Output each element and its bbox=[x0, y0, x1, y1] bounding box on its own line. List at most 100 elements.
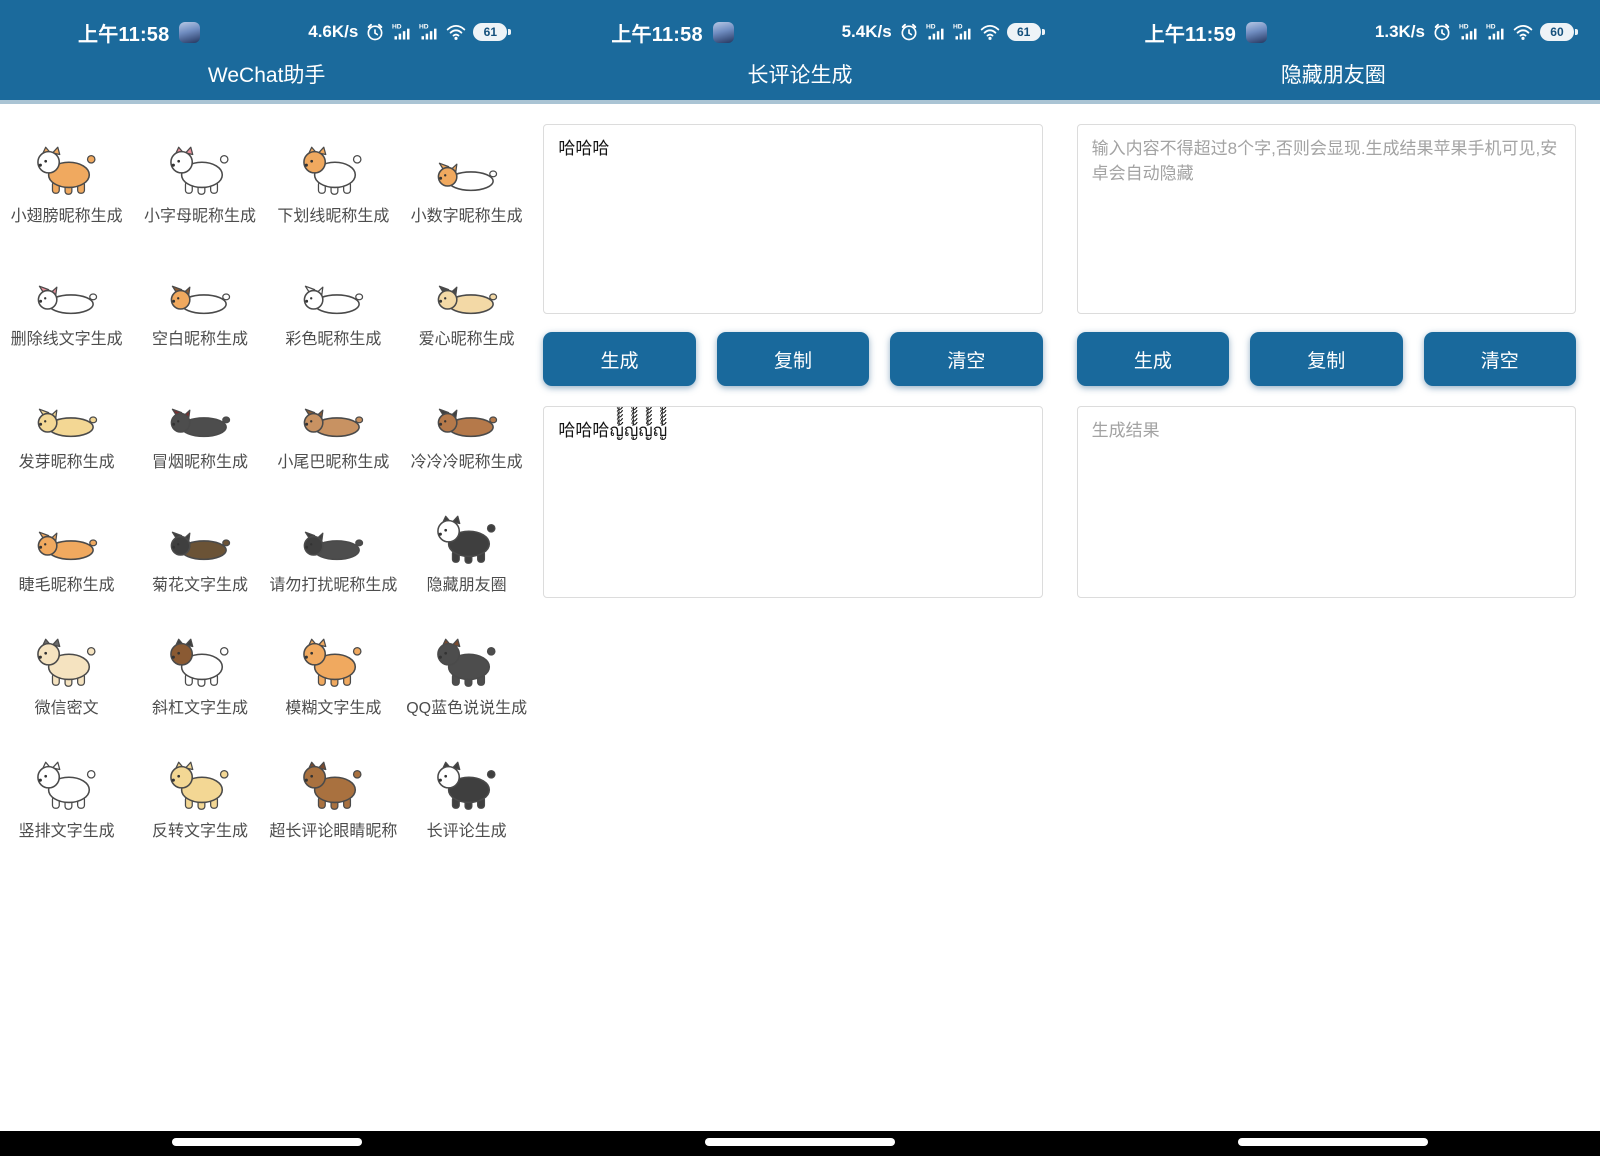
dog-icon bbox=[302, 382, 364, 444]
page-title: 隐藏朋友圈 bbox=[1067, 52, 1600, 96]
feature-item-label: 彩色昵称生成 bbox=[285, 325, 381, 349]
battery-indicator: 61 bbox=[1007, 23, 1041, 41]
feature-item[interactable]: 爱心昵称生成 bbox=[400, 253, 533, 376]
feature-item[interactable]: QQ蓝色说说生成 bbox=[400, 622, 533, 745]
battery-indicator: 61 bbox=[473, 23, 507, 41]
hd-signal-icon bbox=[1459, 22, 1479, 42]
dog-icon bbox=[169, 136, 231, 198]
feature-item-label: 冒烟昵称生成 bbox=[152, 448, 248, 472]
feature-item-label: 发芽昵称生成 bbox=[19, 448, 115, 472]
status-bar: 上午11:59 1.3K/s 60 bbox=[1067, 0, 1600, 52]
feature-item[interactable]: 下划线昵称生成 bbox=[267, 130, 400, 253]
dog-icon bbox=[36, 628, 98, 690]
dog-icon bbox=[169, 628, 231, 690]
notification-app-icon bbox=[713, 22, 734, 43]
feature-item-label: 请勿打扰昵称生成 bbox=[269, 571, 397, 595]
feature-item-label: 删除线文字生成 bbox=[11, 325, 123, 349]
gesture-pill[interactable] bbox=[172, 1138, 362, 1146]
copy-button[interactable]: 复制 bbox=[1250, 332, 1402, 386]
feature-item-label: 隐藏朋友圈 bbox=[427, 571, 507, 595]
dog-icon bbox=[436, 628, 498, 690]
result-output[interactable] bbox=[1077, 406, 1576, 598]
feature-item[interactable]: 彩色昵称生成 bbox=[267, 253, 400, 376]
dog-icon bbox=[36, 382, 98, 444]
app-header: 上午11:58 5.4K/s 61 长评论生成 bbox=[533, 0, 1066, 104]
feature-item[interactable]: 斜杠文字生成 bbox=[133, 622, 266, 745]
feature-item[interactable]: 长评论生成 bbox=[400, 745, 533, 868]
feature-item[interactable]: 微信密文 bbox=[0, 622, 133, 745]
comment-input[interactable]: 哈哈哈 bbox=[543, 124, 1042, 314]
feature-item-label: 模糊文字生成 bbox=[285, 694, 381, 718]
feature-item-label: 反转文字生成 bbox=[152, 817, 248, 841]
feature-item[interactable]: 菊花文字生成 bbox=[133, 499, 266, 622]
feature-item[interactable]: 模糊文字生成 bbox=[267, 622, 400, 745]
gesture-pill[interactable] bbox=[1238, 1138, 1428, 1146]
screen-hidden-moments: 上午11:59 1.3K/s 60 隐藏朋友圈 生成 复制 清空 bbox=[1067, 0, 1600, 1156]
button-row: 生成 复制 清空 bbox=[1077, 332, 1576, 386]
dog-icon bbox=[36, 751, 98, 813]
copy-button[interactable]: 复制 bbox=[717, 332, 869, 386]
feature-item[interactable]: 请勿打扰昵称生成 bbox=[267, 499, 400, 622]
network-speed: 5.4K/s bbox=[842, 22, 892, 42]
alarm-icon bbox=[899, 22, 919, 42]
hd-signal-icon bbox=[392, 22, 412, 42]
feature-item-label: 微信密文 bbox=[35, 694, 99, 718]
status-time: 上午11:58 bbox=[611, 18, 702, 47]
wifi-icon bbox=[980, 22, 1000, 42]
dog-icon bbox=[36, 259, 98, 321]
feature-item[interactable]: 发芽昵称生成 bbox=[0, 376, 133, 499]
generator-form: 哈哈哈 生成 复制 清空 哈哈哈ญ้้้้้ญ้้้้้ญ้้้้้ญ้้้้้ bbox=[533, 104, 1066, 598]
feature-item[interactable]: 小数字昵称生成 bbox=[400, 130, 533, 253]
moments-input[interactable] bbox=[1077, 124, 1576, 314]
status-time: 上午11:59 bbox=[1145, 18, 1236, 47]
dog-icon bbox=[302, 136, 364, 198]
feature-item-label: 小数字昵称生成 bbox=[411, 202, 523, 226]
result-output[interactable]: 哈哈哈ญ้้้้้ญ้้้้้ญ้้้้้ญ้้้้้ bbox=[543, 406, 1042, 598]
feature-item[interactable]: 冷冷冷昵称生成 bbox=[400, 376, 533, 499]
dog-icon bbox=[302, 751, 364, 813]
button-row: 生成 复制 清空 bbox=[543, 332, 1042, 386]
feature-item[interactable]: 隐藏朋友圈 bbox=[400, 499, 533, 622]
feature-item[interactable]: 小尾巴昵称生成 bbox=[267, 376, 400, 499]
dog-icon bbox=[36, 136, 98, 198]
status-bar: 上午11:58 5.4K/s 61 bbox=[533, 0, 1066, 52]
hd-signal-icon bbox=[1486, 22, 1506, 42]
clear-button[interactable]: 清空 bbox=[1424, 332, 1576, 386]
feature-item[interactable]: 空白昵称生成 bbox=[133, 253, 266, 376]
feature-item[interactable]: 睫毛昵称生成 bbox=[0, 499, 133, 622]
hd-signal-icon bbox=[926, 22, 946, 42]
feature-item[interactable]: 小字母昵称生成 bbox=[133, 130, 266, 253]
notification-app-icon bbox=[1246, 22, 1267, 43]
dog-icon bbox=[436, 751, 498, 813]
dog-icon bbox=[436, 259, 498, 321]
feature-item-label: QQ蓝色说说生成 bbox=[406, 694, 527, 718]
feature-item-label: 小翅膀昵称生成 bbox=[11, 202, 123, 226]
page-title: WeChat助手 bbox=[0, 52, 533, 96]
feature-item-label: 竖排文字生成 bbox=[19, 817, 115, 841]
feature-item[interactable]: 超长评论眼睛昵称 bbox=[267, 745, 400, 868]
feature-item-label: 小尾巴昵称生成 bbox=[277, 448, 389, 472]
feature-item[interactable]: 竖排文字生成 bbox=[0, 745, 133, 868]
page-title: 长评论生成 bbox=[533, 52, 1066, 96]
wifi-icon bbox=[1513, 22, 1533, 42]
network-speed: 1.3K/s bbox=[1375, 22, 1425, 42]
feature-item[interactable]: 冒烟昵称生成 bbox=[133, 376, 266, 499]
generator-form: 生成 复制 清空 bbox=[1067, 104, 1600, 598]
feature-item[interactable]: 删除线文字生成 bbox=[0, 253, 133, 376]
generate-button[interactable]: 生成 bbox=[1077, 332, 1229, 386]
dog-icon bbox=[169, 505, 231, 567]
wifi-icon bbox=[446, 22, 466, 42]
dog-icon bbox=[302, 505, 364, 567]
hd-signal-icon bbox=[419, 22, 439, 42]
gesture-pill[interactable] bbox=[705, 1138, 895, 1146]
feature-item-label: 长评论生成 bbox=[427, 817, 507, 841]
feature-item[interactable]: 反转文字生成 bbox=[133, 745, 266, 868]
network-speed: 4.6K/s bbox=[308, 22, 358, 42]
clear-button[interactable]: 清空 bbox=[890, 332, 1042, 386]
dog-icon bbox=[302, 628, 364, 690]
screen-wechat-helper: 上午11:58 4.6K/s 61 WeChat助手 bbox=[0, 0, 533, 1156]
feature-item[interactable]: 小翅膀昵称生成 bbox=[0, 130, 133, 253]
feature-item-label: 冷冷冷昵称生成 bbox=[411, 448, 523, 472]
generate-button[interactable]: 生成 bbox=[543, 332, 695, 386]
status-time: 上午11:58 bbox=[78, 18, 169, 47]
